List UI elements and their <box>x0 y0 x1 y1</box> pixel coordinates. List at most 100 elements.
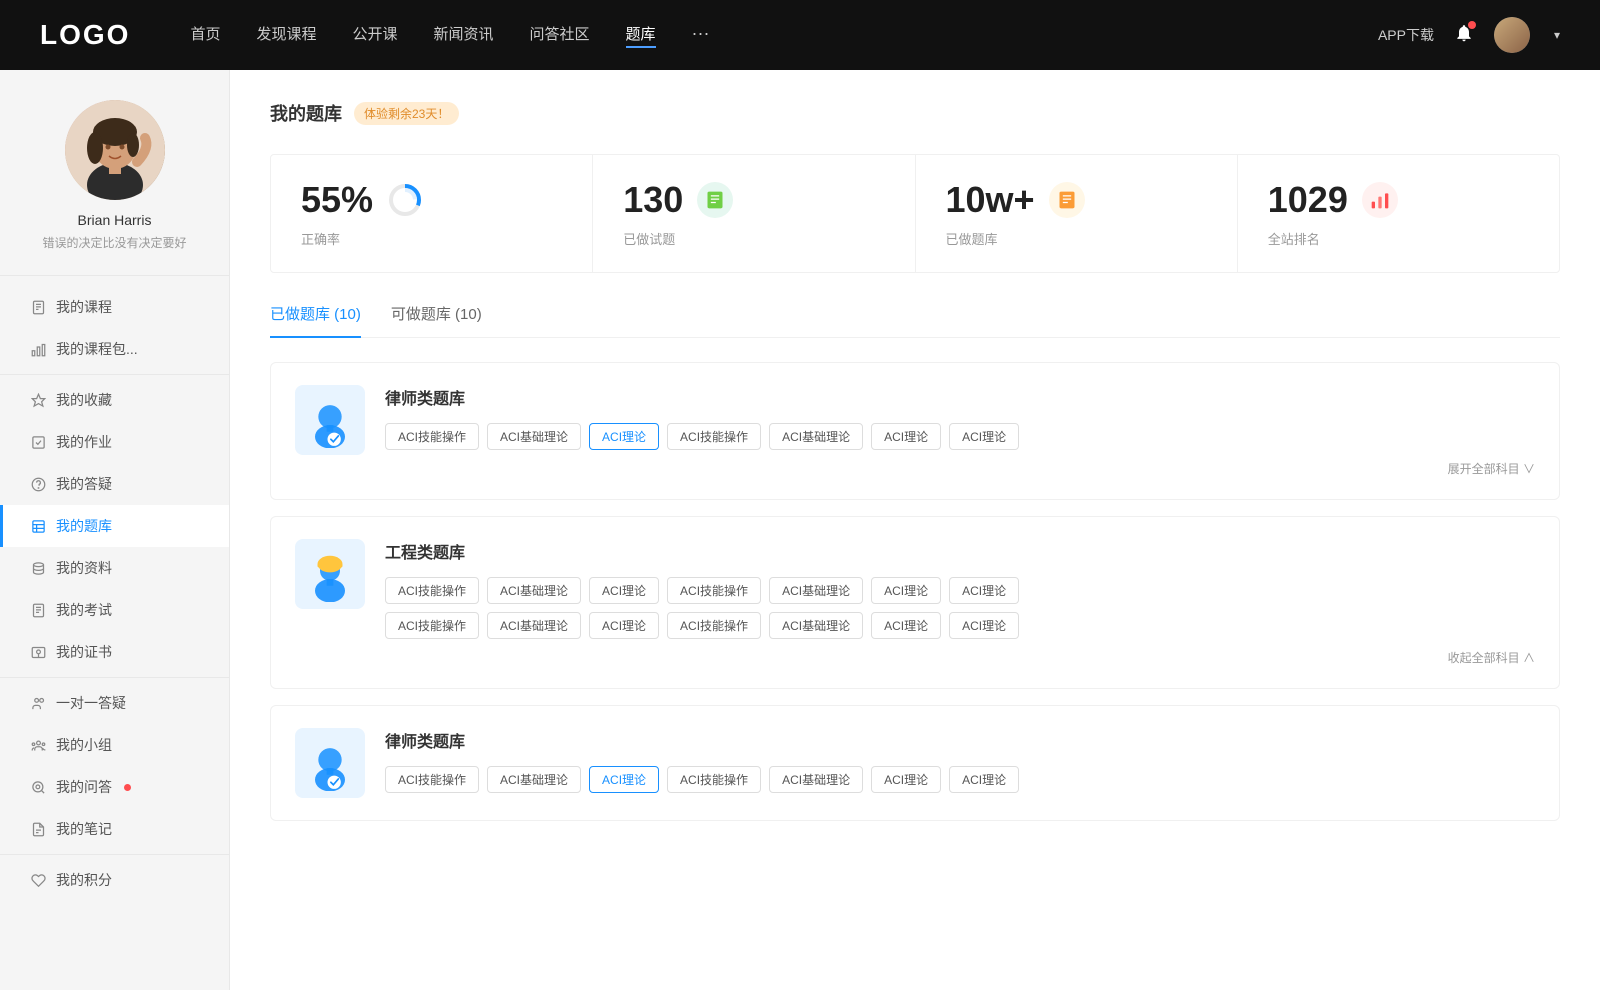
notification-bell[interactable] <box>1454 23 1474 48</box>
sidebar-item-label: 我的答疑 <box>56 474 112 494</box>
qbank-tag[interactable]: ACI基础理论 <box>487 612 581 639</box>
sidebar-item-label: 我的积分 <box>56 870 112 890</box>
qa-icon <box>30 779 46 795</box>
question-icon <box>30 476 46 492</box>
accuracy-label: 正确率 <box>301 229 562 248</box>
sidebar-item-label: 我的课程 <box>56 297 112 317</box>
page-title: 我的题库 <box>270 100 342 126</box>
avatar <box>65 100 165 200</box>
qbank-tag[interactable]: ACI技能操作 <box>385 612 479 639</box>
qbank-tag[interactable]: ACI技能操作 <box>385 577 479 604</box>
qbank-tag[interactable]: ACI理论 <box>949 577 1019 604</box>
qbank-title: 工程类题库 <box>385 539 1535 563</box>
qbank-tag[interactable]: ACI理论 <box>589 612 659 639</box>
sidebar-item-questions[interactable]: 我的问答 <box>0 766 229 808</box>
nav-open-course[interactable]: 公开课 <box>352 23 397 48</box>
sidebar-item-qbank[interactable]: 我的题库 <box>0 505 229 547</box>
sidebar-item-label: 一对一答疑 <box>56 693 126 713</box>
qbank-tag[interactable]: ACI基础理论 <box>487 577 581 604</box>
sidebar-item-label: 我的课程包... <box>56 339 138 359</box>
qbank-tag[interactable]: ACI技能操作 <box>385 423 479 450</box>
nav-discover[interactable]: 发现课程 <box>256 23 316 48</box>
sidebar-item-data[interactable]: 我的资料 <box>0 547 229 589</box>
exam-icon <box>30 602 46 618</box>
sidebar-item-group[interactable]: 我的小组 <box>0 724 229 766</box>
qbank-tag[interactable]: ACI基础理论 <box>769 612 863 639</box>
qbank-title: 律师类题库 <box>385 728 1535 752</box>
homework-icon <box>30 434 46 450</box>
questions-value: 130 <box>623 179 683 221</box>
qbank-tag[interactable]: ACI理论 <box>871 766 941 793</box>
sidebar-item-course-pack[interactable]: 我的课程包... <box>0 328 229 370</box>
qbank-tag[interactable]: ACI基础理论 <box>487 766 581 793</box>
sidebar-item-exam[interactable]: 我的考试 <box>0 589 229 631</box>
sidebar-item-homework[interactable]: 我的作业 <box>0 421 229 463</box>
stats-row: 55% 正确率 130 <box>270 154 1560 273</box>
main-content: 我的题库 体验剩余23天！ 55% 正确率 <box>230 70 1600 990</box>
tab-done[interactable]: 已做题库 (10) <box>270 303 361 338</box>
group-icon <box>30 737 46 753</box>
qbank-tag[interactable]: ACI理论 <box>871 423 941 450</box>
file-icon <box>30 299 46 315</box>
qbank-icon-lawyer2 <box>295 728 365 798</box>
qbank-tag[interactable]: ACI理论 <box>589 577 659 604</box>
tab-available[interactable]: 可做题库 (10) <box>391 303 482 338</box>
sidebar-item-1on1[interactable]: 一对一答疑 <box>0 682 229 724</box>
qa-badge <box>124 784 131 791</box>
qbank-tag[interactable]: ACI基础理论 <box>769 766 863 793</box>
qbank-tag[interactable]: ACI基础理论 <box>769 577 863 604</box>
stat-rank: 1029 全站排名 <box>1238 155 1559 272</box>
qbank-tag[interactable]: ACI基础理论 <box>487 423 581 450</box>
logo[interactable]: LOGO <box>40 19 130 51</box>
qbank-tags: ACI技能操作 ACI基础理论 ACI理论 ACI技能操作 ACI基础理论 AC… <box>385 423 1535 450</box>
qbank-tag-active[interactable]: ACI理论 <box>589 766 659 793</box>
page-header: 我的题库 体验剩余23天！ <box>270 100 1560 126</box>
qbank-tags-row2: ACI技能操作 ACI基础理论 ACI理论 ACI技能操作 ACI基础理论 AC… <box>385 612 1535 639</box>
sidebar-item-notes[interactable]: 我的笔记 <box>0 808 229 850</box>
sidebar-item-label: 我的问答 <box>56 777 112 797</box>
sidebar-item-answer[interactable]: 我的答疑 <box>0 463 229 505</box>
qbank-tag[interactable]: ACI技能操作 <box>667 766 761 793</box>
sidebar-item-label: 我的证书 <box>56 642 112 662</box>
sidebar-item-cert[interactable]: 我的证书 <box>0 631 229 673</box>
qbank-tag[interactable]: ACI理论 <box>949 766 1019 793</box>
qbank-icon-engineer <box>295 539 365 609</box>
qbank-tag[interactable]: ACI技能操作 <box>667 577 761 604</box>
avatar[interactable] <box>1494 17 1530 53</box>
stat-banks-done: 10w+ 已做题库 <box>916 155 1238 272</box>
star-icon <box>30 392 46 408</box>
app-download-button[interactable]: APP下载 <box>1378 25 1434 45</box>
1on1-icon <box>30 695 46 711</box>
sidebar-item-score[interactable]: 我的积分 <box>0 859 229 901</box>
nav-qbank[interactable]: 题库 <box>626 23 656 48</box>
data-icon <box>30 560 46 576</box>
qbank-tag[interactable]: ACI理论 <box>949 423 1019 450</box>
user-name: Brian Harris <box>78 212 152 228</box>
nav-home[interactable]: 首页 <box>190 23 220 48</box>
user-dropdown-icon[interactable]: ▾ <box>1554 28 1560 42</box>
qbank-tag[interactable]: ACI理论 <box>871 577 941 604</box>
qbank-tag[interactable]: ACI技能操作 <box>385 766 479 793</box>
expand-link[interactable]: 展开全部科目 ∨ <box>1448 460 1535 477</box>
qbank-icon <box>30 518 46 534</box>
sidebar-item-label: 我的收藏 <box>56 390 112 410</box>
sidebar-item-my-course[interactable]: 我的课程 <box>0 286 229 328</box>
nav-qa[interactable]: 问答社区 <box>530 23 590 48</box>
sidebar-item-favorites[interactable]: 我的收藏 <box>0 379 229 421</box>
nav-news[interactable]: 新闻资讯 <box>434 23 494 48</box>
collapse-link[interactable]: 收起全部科目 ∧ <box>1448 649 1535 666</box>
sidebar-item-label: 我的笔记 <box>56 819 112 839</box>
qbank-tag[interactable]: ACI理论 <box>949 612 1019 639</box>
nav-more[interactable]: ··· <box>692 23 710 48</box>
questions-label: 已做试题 <box>623 229 884 248</box>
qbank-tag-active[interactable]: ACI理论 <box>589 423 659 450</box>
qbank-tag[interactable]: ACI基础理论 <box>769 423 863 450</box>
lawyer2-svg <box>305 736 355 791</box>
rank-label: 全站排名 <box>1268 229 1529 248</box>
qbank-tag[interactable]: ACI技能操作 <box>667 612 761 639</box>
stat-questions-done: 130 已做试题 <box>593 155 915 272</box>
notes-green-icon <box>697 182 733 218</box>
note-icon <box>30 821 46 837</box>
qbank-tag[interactable]: ACI技能操作 <box>667 423 761 450</box>
qbank-tag[interactable]: ACI理论 <box>871 612 941 639</box>
